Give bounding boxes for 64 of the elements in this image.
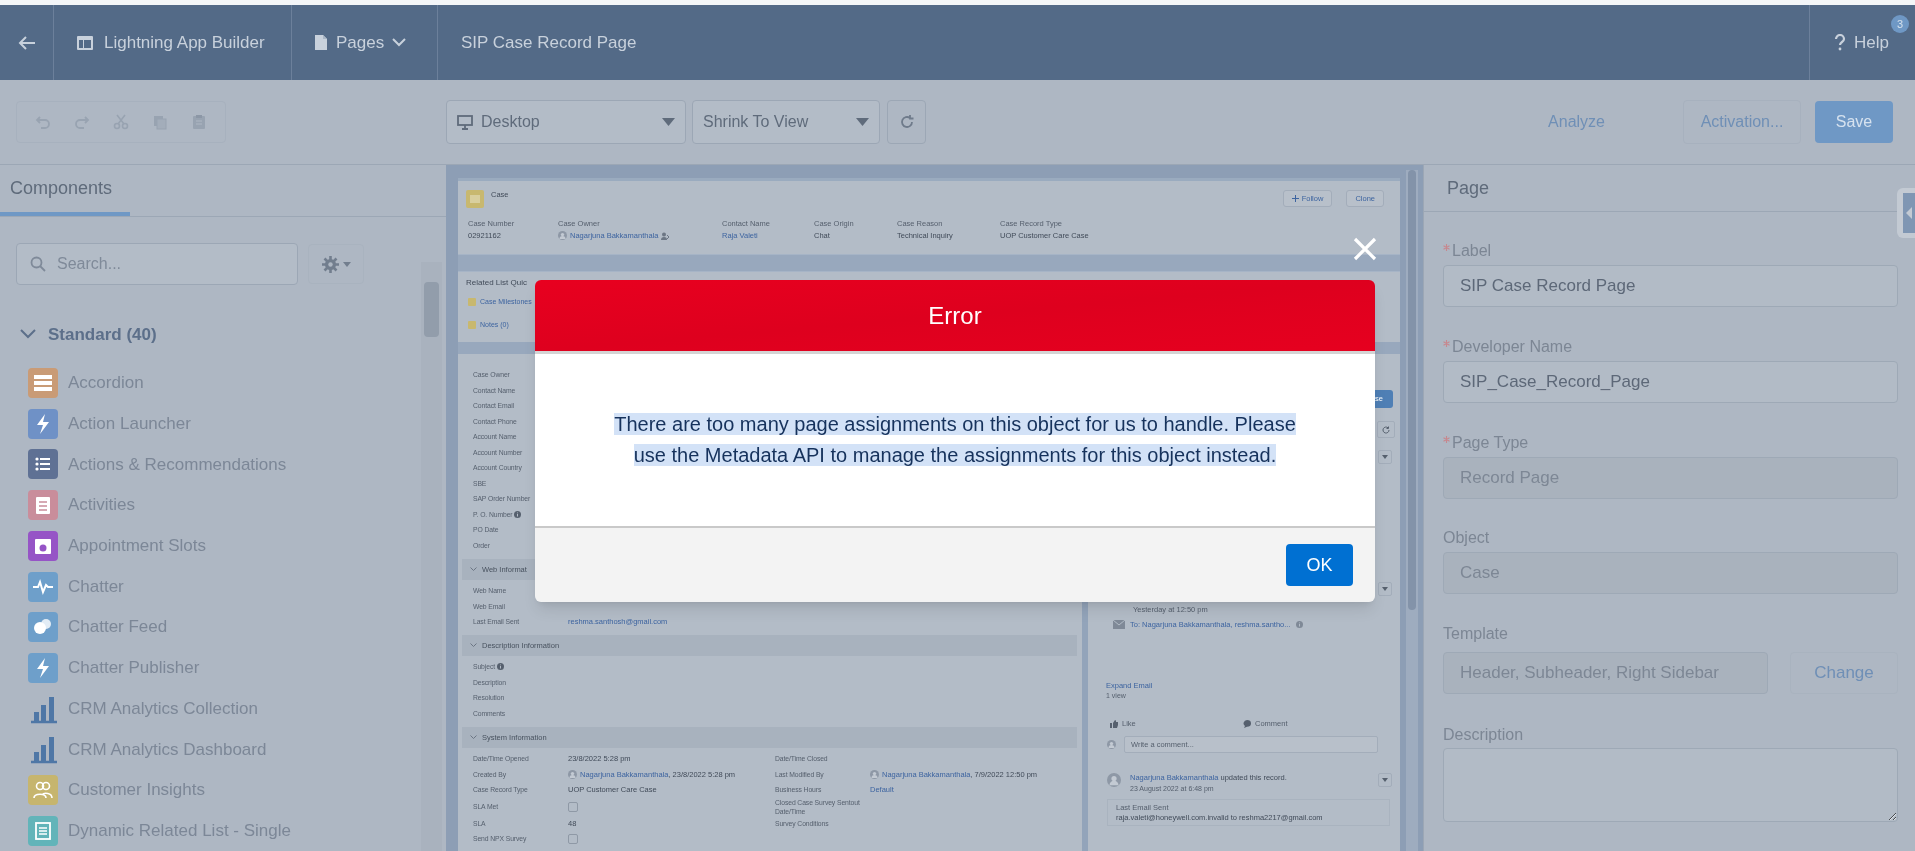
device-select[interactable]: Desktop (446, 100, 686, 144)
notification-badge: 3 (1891, 15, 1909, 33)
document-icon (314, 34, 328, 51)
avatar-icon (1107, 773, 1121, 788)
text-field[interactable]: SIP_Case_Record_Page (1443, 361, 1898, 403)
caret-left-icon (1903, 193, 1915, 233)
search-icon (30, 256, 46, 272)
close-icon (1353, 237, 1377, 261)
dropdown-button[interactable] (1378, 582, 1392, 596)
back-arrow-icon[interactable] (17, 34, 36, 51)
list-icon (468, 297, 476, 306)
gear-icon (321, 255, 339, 273)
caret-down-icon (856, 118, 869, 126)
dialog-title: Error (928, 300, 982, 331)
components-tab[interactable]: Components (0, 165, 130, 216)
scrollbar[interactable] (1406, 170, 1418, 851)
ok-button[interactable]: OK (1286, 544, 1353, 586)
card-title: Related List Quic (466, 278, 528, 288)
change-owner-icon[interactable] (661, 231, 670, 240)
error-message: There are too many page assignments on this object for us to handle. Please use the Metadata API to manage the assignments for this object instead. (613, 412, 1297, 468)
info-icon (1295, 621, 1303, 628)
chevron-down-icon (392, 38, 407, 47)
plus-icon (1291, 195, 1299, 202)
close-button[interactable] (1352, 236, 1378, 262)
caret-down-icon (662, 118, 675, 126)
description-field[interactable] (1443, 748, 1898, 822)
checkbox[interactable] (568, 801, 578, 812)
dropdown-button[interactable] (1378, 773, 1392, 788)
analyze-button[interactable]: Analyze (1534, 100, 1619, 144)
scrollbar[interactable] (421, 262, 442, 851)
question-mark-icon (1834, 34, 1846, 51)
caret-down-icon (1382, 778, 1388, 783)
speech-bubble-icon (1243, 719, 1251, 728)
monitor-icon (457, 114, 473, 130)
collapse-panel-button[interactable] (1897, 188, 1915, 238)
activation-button[interactable]: Activation... (1683, 100, 1801, 144)
refresh-button[interactable] (1377, 421, 1395, 438)
settings-button[interactable] (308, 244, 364, 284)
view-select[interactable]: Shrink To View (692, 100, 880, 144)
avatar-icon (558, 231, 567, 240)
caret-down-icon (342, 261, 351, 267)
text-field[interactable]: SIP Case Record Page (1443, 265, 1898, 307)
thumbs-up-icon (1110, 719, 1118, 728)
help-button[interactable]: Help (1810, 29, 1889, 56)
panel-title: Page (1447, 176, 1490, 200)
save-button[interactable]: Save (1815, 101, 1893, 143)
list-icon (468, 320, 476, 329)
envelope-icon (1113, 620, 1125, 629)
layout-icon (76, 34, 94, 51)
checkbox[interactable] (568, 833, 578, 844)
refresh-button[interactable] (887, 100, 926, 144)
app-title: Lightning App Builder (104, 31, 265, 54)
page-name: SIP Case Record Page (461, 31, 637, 54)
clipboard-icon[interactable] (191, 114, 208, 130)
avatar-icon (870, 769, 879, 779)
section-toggle[interactable]: Standard (40) (20, 316, 446, 353)
dropdown-button[interactable] (1378, 450, 1392, 464)
caret-down-icon (1382, 587, 1388, 591)
avatar-icon (1107, 740, 1116, 750)
case-icon (466, 189, 484, 208)
refresh-icon (1382, 425, 1390, 434)
caret-down-icon (1382, 455, 1388, 459)
avatar-icon (568, 769, 577, 779)
refresh-icon (898, 114, 915, 130)
